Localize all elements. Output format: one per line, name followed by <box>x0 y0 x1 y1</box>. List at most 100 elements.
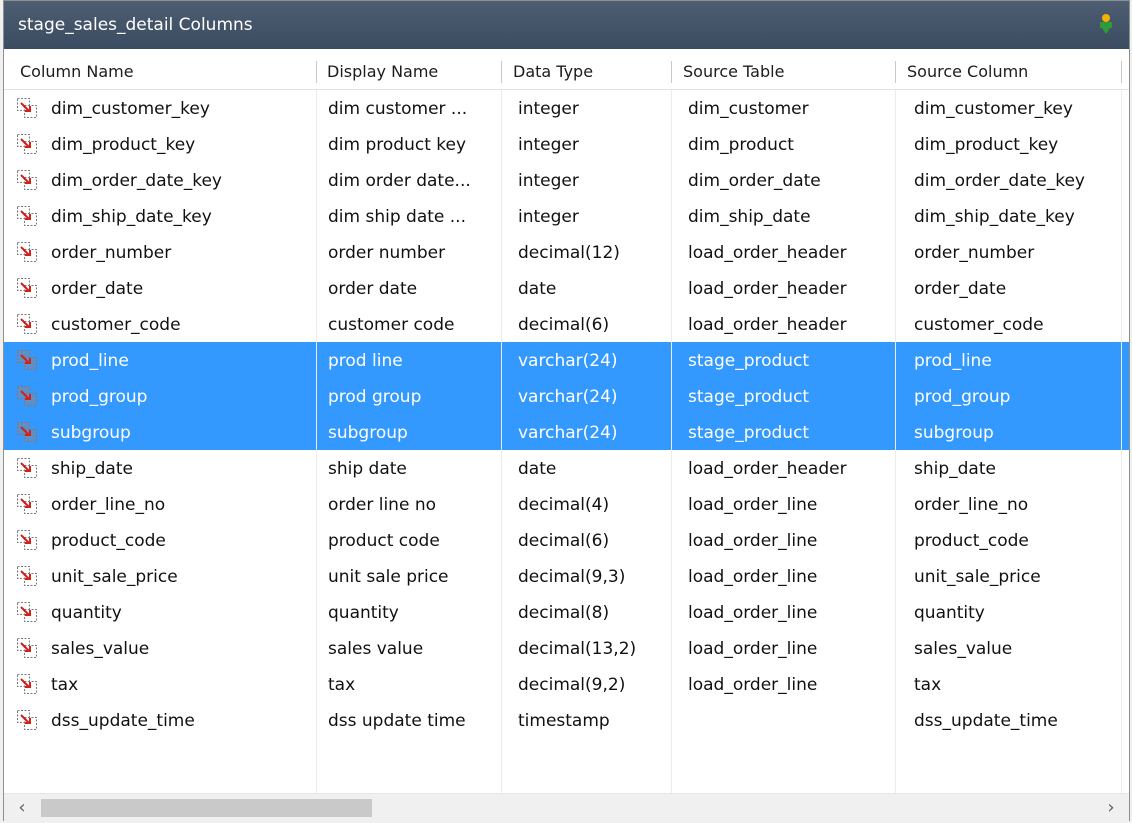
column-mapping-icon <box>17 242 37 262</box>
columns-window: stage_sales_detail Columns Column Name D… <box>3 0 1130 822</box>
header-divider[interactable] <box>671 61 672 83</box>
column-gridline <box>1121 90 1122 793</box>
cell-column-name: dim_ship_date_key <box>51 207 212 227</box>
column-mapping-icon <box>17 602 37 622</box>
header-divider[interactable] <box>1121 61 1122 83</box>
column-gridline <box>895 90 896 793</box>
column-mapping-icon <box>17 386 37 406</box>
cell-display-name: order number <box>328 243 446 263</box>
header-display-name[interactable]: Display Name <box>321 53 501 89</box>
cell-source-column: order_date <box>914 279 1007 299</box>
cell-data-type: decimal(9,2) <box>518 675 626 695</box>
cell-display-name: prod group <box>328 387 422 407</box>
cell-column-name: tax <box>51 675 79 695</box>
cell-source-column: customer_code <box>914 315 1044 335</box>
cell-source-column: dss_update_time <box>914 711 1058 731</box>
cell-display-name: dim product key <box>328 135 467 155</box>
scrollbar-thumb[interactable] <box>41 799 372 817</box>
table-row[interactable]: dim_order_date_key dim order date... integ… <box>4 162 1129 198</box>
column-gridline <box>316 90 317 793</box>
header-divider[interactable] <box>501 61 502 83</box>
cell-column-name: prod_group <box>51 387 148 407</box>
table-row[interactable]: prod_group prod group varchar(24) stage_pro… <box>4 378 1129 414</box>
column-mapping-icon <box>17 350 37 370</box>
cell-source-column: prod_line <box>914 351 992 371</box>
cell-source-table: load_order_line <box>688 675 818 695</box>
header-source-table[interactable]: Source Table <box>677 53 895 89</box>
cell-source-table: load_order_line <box>688 603 818 623</box>
cell-source-table: load_order_line <box>688 531 818 551</box>
header-source-column[interactable]: Source Column <box>901 53 1121 89</box>
cell-data-type: decimal(12) <box>518 243 620 263</box>
cell-display-name: dim order date... <box>328 171 471 191</box>
cell-source-table: stage_product <box>688 423 810 443</box>
cell-source-column: product_code <box>914 531 1029 551</box>
cell-source-table: dim_customer <box>688 99 809 119</box>
header-divider[interactable] <box>895 61 896 83</box>
cell-data-type: date <box>518 279 557 299</box>
table-row[interactable]: unit_sale_price unit sale price decimal(9,… <box>4 558 1129 594</box>
scroll-right-icon[interactable]: › <box>1097 794 1125 822</box>
table-row[interactable]: order_date order date date load_order_heade… <box>4 270 1129 306</box>
cell-source-table: load_order_header <box>688 315 847 335</box>
table-row[interactable]: sales_value sales value decimal(13,2) load_… <box>4 630 1129 666</box>
cell-column-name: dim_customer_key <box>51 99 210 119</box>
horizontal-scrollbar[interactable]: ‹ › <box>4 793 1129 822</box>
window-titlebar: stage_sales_detail Columns <box>4 1 1129 49</box>
table-row[interactable]: prod_line prod line varchar(24) stage_produ… <box>4 342 1129 378</box>
cell-column-name: sales_value <box>51 639 150 659</box>
cell-source-column: dim_order_date_key <box>914 171 1085 191</box>
cell-data-type: varchar(24) <box>518 387 618 407</box>
cell-display-name: sales value <box>328 639 424 659</box>
cell-source-column: order_number <box>914 243 1035 263</box>
column-mapping-icon <box>17 422 37 442</box>
table-row[interactable]: product_code product code decimal(6) load_o… <box>4 522 1129 558</box>
column-mapping-icon <box>17 638 37 658</box>
cell-data-type: decimal(9,3) <box>518 567 626 587</box>
cell-source-table: stage_product <box>688 351 810 371</box>
table-row[interactable]: dim_product_key dim product key integer dim… <box>4 126 1129 162</box>
table-row[interactable]: tax tax decimal(9,2) load_order_line tax <box>4 666 1129 702</box>
cell-data-type: integer <box>518 135 579 155</box>
table-row[interactable]: order_number order number decimal(12) load_… <box>4 234 1129 270</box>
cell-display-name: subgroup <box>328 423 408 443</box>
cell-display-name: customer code <box>328 315 455 335</box>
table-row[interactable]: dim_customer_key dim customer ... integer d… <box>4 90 1129 126</box>
header-column-name[interactable]: Column Name <box>14 53 316 89</box>
table-row[interactable]: customer_code customer code decimal(6) load… <box>4 306 1129 342</box>
cell-data-type: timestamp <box>518 711 610 731</box>
cell-column-name: prod_line <box>51 351 129 371</box>
cell-source-table <box>688 702 894 738</box>
cell-source-table: dim_ship_date <box>688 207 811 227</box>
table-row[interactable]: ship_date ship date date load_order_header s… <box>4 450 1129 486</box>
cell-display-name: order date <box>328 279 418 299</box>
column-mapping-icon <box>17 278 37 298</box>
cell-data-type: decimal(8) <box>518 603 610 623</box>
cell-source-column: ship_date <box>914 459 996 479</box>
cell-data-type: decimal(6) <box>518 531 610 551</box>
pin-icon[interactable] <box>1095 13 1117 35</box>
cell-source-table: load_order_header <box>688 243 847 263</box>
table-row[interactable]: dim_ship_date_key dim ship date ... intege… <box>4 198 1129 234</box>
scroll-left-icon[interactable]: ‹ <box>8 794 36 822</box>
header-divider[interactable] <box>316 61 317 83</box>
cell-source-column: dim_product_key <box>914 135 1059 155</box>
table-row[interactable]: dss_update_time dss update time timestamp d… <box>4 702 1129 738</box>
cell-source-table: load_order_line <box>688 567 818 587</box>
cell-source-column: prod_group <box>914 387 1011 407</box>
cell-source-table: load_order_line <box>688 495 818 515</box>
cell-source-column: order_line_no <box>914 495 1029 515</box>
table-row[interactable]: subgroup subgroup varchar(24) stage_product… <box>4 414 1129 450</box>
header-data-type[interactable]: Data Type <box>507 53 671 89</box>
column-mapping-icon <box>17 98 37 118</box>
cell-source-column: unit_sale_price <box>914 567 1041 587</box>
cell-source-table: load_order_header <box>688 459 847 479</box>
cell-display-name: quantity <box>328 603 399 623</box>
cell-data-type: decimal(13,2) <box>518 639 637 659</box>
column-mapping-icon <box>17 458 37 478</box>
table-row[interactable]: order_line_no order line no decimal(4) load… <box>4 486 1129 522</box>
table-row[interactable]: quantity quantity decimal(8) load_order_lin… <box>4 594 1129 630</box>
column-mapping-icon <box>17 566 37 586</box>
cell-display-name: order line no <box>328 495 436 515</box>
cell-column-name: order_date <box>51 279 144 299</box>
